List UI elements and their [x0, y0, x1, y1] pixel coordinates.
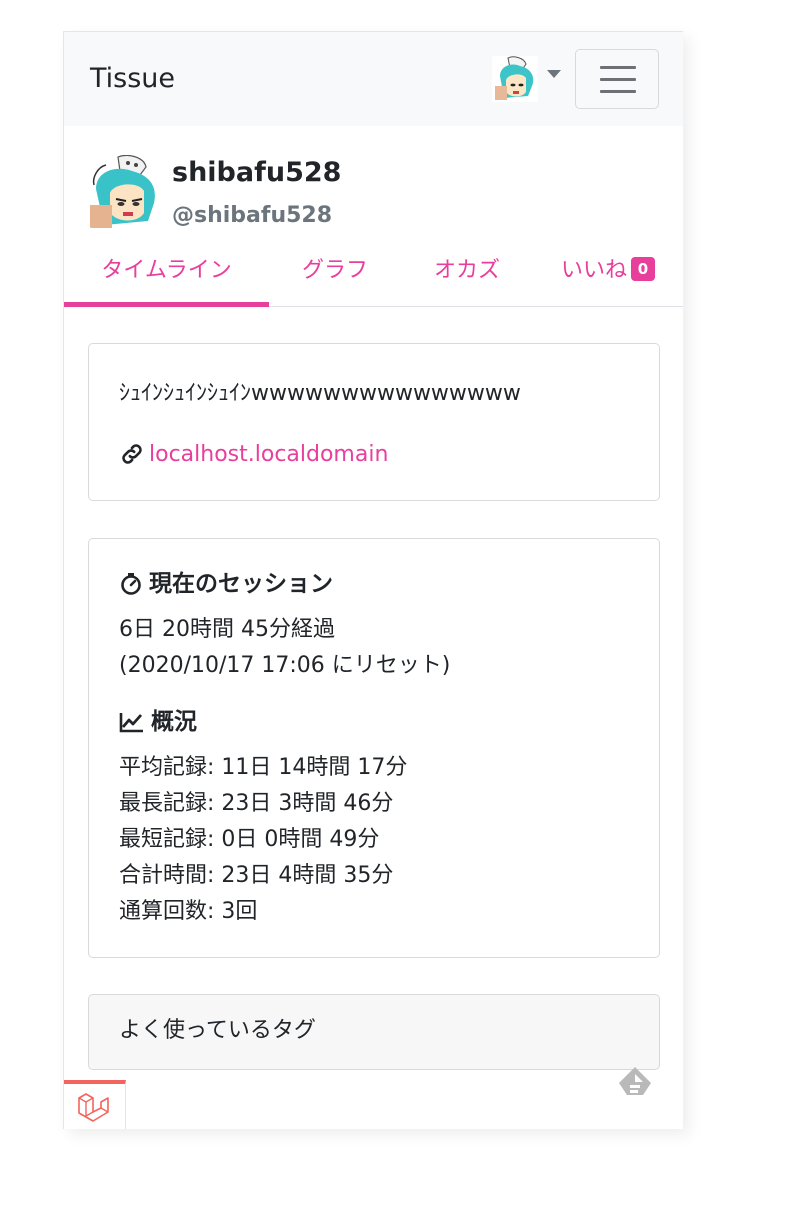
bio-text: ｼｭｲﾝｼｭｲﾝｼｭｲﾝwwwwwwwwwwwwwww [119, 381, 521, 406]
stat-total-count: 通算回数: 3回 [119, 899, 258, 924]
current-session-heading: 現在のセッション [119, 569, 333, 599]
bio-card: ｼｭｲﾝｼｭｲﾝｼｭｲﾝwwwwwwwwwwwwwww localhost.lo… [88, 343, 660, 501]
debugbar-toggle[interactable] [64, 1080, 126, 1129]
stat-total-time: 合計時間: 23日 4時間 35分 [119, 863, 394, 888]
bio-link-row: localhost.localdomain [119, 439, 388, 469]
overview-title: 概況 [151, 709, 197, 735]
overview-heading: 概況 [119, 707, 197, 737]
app-viewport: Tissue shibafu528 @shibafu528 タイムライン グラフ… [63, 31, 683, 1129]
likes-count-badge: 0 [631, 257, 655, 281]
feedly-icon[interactable] [615, 1065, 655, 1105]
session-elapsed: 6日 20時間 45分経過 [119, 617, 335, 642]
caret-down-icon[interactable] [547, 70, 561, 78]
session-reset-time: (2020/10/17 17:06 にリセット) [119, 653, 451, 678]
hamburger-menu-icon-line [600, 78, 636, 81]
current-session-title: 現在のセッション [149, 571, 333, 597]
tab-label: いいね [560, 258, 627, 283]
tab-okazu[interactable]: オカズ [401, 252, 533, 307]
avatar-image [492, 56, 538, 102]
stat-average: 平均記録: 11日 14時間 17分 [119, 755, 408, 780]
profile-handle: @shibafu528 [172, 203, 333, 228]
stat-shortest: 最短記録: 0日 0時間 49分 [119, 827, 380, 852]
laravel-logo-icon [77, 1092, 111, 1128]
brand-link[interactable]: Tissue [90, 63, 175, 95]
hamburger-menu-icon [600, 66, 636, 69]
frequent-tags-title: よく使っているタグ [119, 1018, 316, 1043]
avatar-image [88, 155, 160, 228]
bio-link[interactable]: localhost.localdomain [149, 442, 388, 467]
tab-graph[interactable]: グラフ [269, 252, 401, 307]
nav-user-avatar[interactable] [492, 56, 538, 102]
stat-longest: 最長記録: 23日 3時間 46分 [119, 791, 394, 816]
timer-icon [121, 573, 141, 595]
frequent-tags-card: よく使っているタグ [88, 994, 660, 1070]
tab-label: タイムライン [101, 258, 232, 283]
stats-card: 現在のセッション 6日 20時間 45分経過 (2020/10/17 17:06… [88, 538, 660, 958]
trend-chart-icon [119, 713, 143, 733]
profile-display-name: shibafu528 [172, 157, 342, 188]
tab-label: グラフ [301, 258, 368, 283]
navbar: Tissue [64, 32, 683, 126]
profile-avatar [88, 155, 160, 228]
tab-timeline[interactable]: タイムライン [64, 252, 269, 307]
tab-likes[interactable]: いいね 0 [533, 252, 683, 307]
navbar-toggler-button[interactable] [575, 49, 659, 109]
hamburger-menu-icon-line [600, 90, 636, 93]
link-icon [122, 444, 142, 464]
tab-label: オカズ [433, 258, 500, 283]
profile-tabs: タイムライン グラフ オカズ いいね 0 [64, 252, 683, 307]
